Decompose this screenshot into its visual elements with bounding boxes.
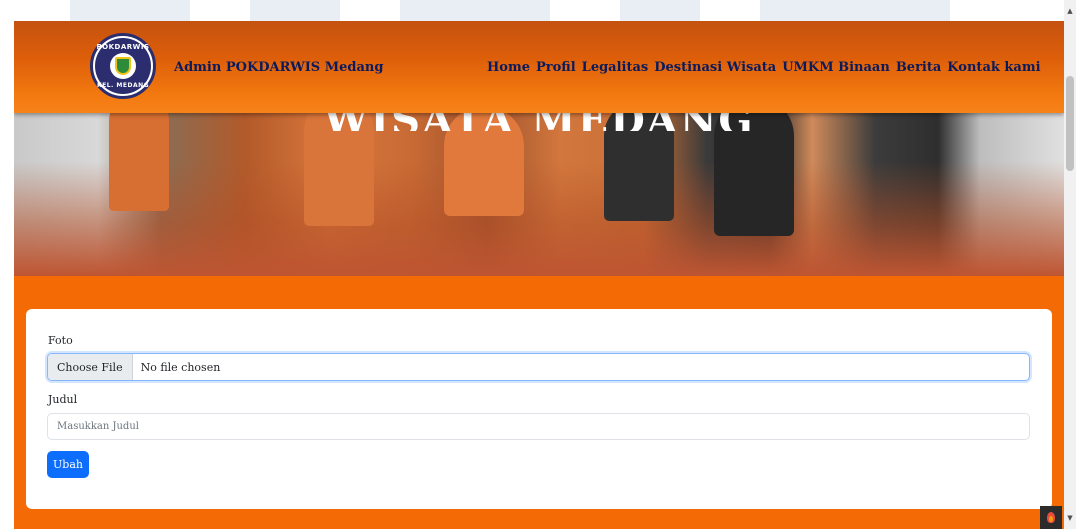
- logo-ring: POKDARWIS KEL. MEDANG: [95, 38, 151, 94]
- logo-text-bottom: KEL. MEDANG: [96, 82, 150, 89]
- vertical-scrollbar[interactable]: ▲ ▼: [1064, 0, 1076, 529]
- floating-widget-button[interactable]: [1040, 506, 1062, 529]
- file-status-text: No file chosen: [140, 360, 221, 374]
- watermark-shape: [760, 0, 950, 22]
- logo-text-top: POKDARWIS: [96, 43, 150, 51]
- nav-berita[interactable]: Berita: [896, 60, 941, 75]
- emblem-icon: [115, 57, 131, 75]
- foto-label: Foto: [48, 334, 73, 347]
- pokdarwis-logo[interactable]: POKDARWIS KEL. MEDANG: [90, 33, 156, 99]
- edit-form-card: Foto Choose File No file chosen Judul Ub…: [26, 309, 1052, 509]
- watermark-shape: [620, 0, 700, 22]
- watermark-shape: [70, 0, 190, 22]
- navbar: POKDARWIS KEL. MEDANG Admin POKDARWIS Me…: [14, 21, 1064, 113]
- scroll-thumb[interactable]: [1066, 76, 1074, 171]
- nav-home[interactable]: Home: [487, 60, 530, 75]
- watermark-shape: [250, 0, 340, 22]
- nav-legalitas[interactable]: Legalitas: [582, 60, 649, 75]
- scroll-down-arrow-icon[interactable]: ▼: [1064, 511, 1076, 525]
- scroll-up-arrow-icon[interactable]: ▲: [1064, 4, 1076, 18]
- watermark-shape: [400, 0, 550, 22]
- background-watermark: [0, 0, 1076, 22]
- foto-file-input[interactable]: Choose File No file chosen: [47, 353, 1030, 381]
- nav-destinasi-wisata[interactable]: Destinasi Wisata: [654, 60, 776, 75]
- logo-inner: [110, 53, 136, 79]
- nav-profil[interactable]: Profil: [536, 60, 576, 75]
- choose-file-button[interactable]: Choose File: [48, 354, 133, 380]
- nav-kontak-kami[interactable]: Kontak kami: [947, 60, 1040, 75]
- judul-label: Judul: [48, 393, 78, 406]
- flame-icon: [1047, 512, 1055, 523]
- judul-input[interactable]: [47, 413, 1030, 440]
- main-nav: Home Profil Legalitas Destinasi Wisata U…: [487, 60, 1041, 75]
- browser-viewport: WISATA MEDANG POKDARWIS KEL. MEDANG Admi…: [14, 21, 1064, 529]
- ubah-button[interactable]: Ubah: [47, 451, 89, 478]
- brand-title[interactable]: Admin POKDARWIS Medang: [174, 60, 383, 75]
- nav-umkm-binaan[interactable]: UMKM Binaan: [782, 60, 890, 75]
